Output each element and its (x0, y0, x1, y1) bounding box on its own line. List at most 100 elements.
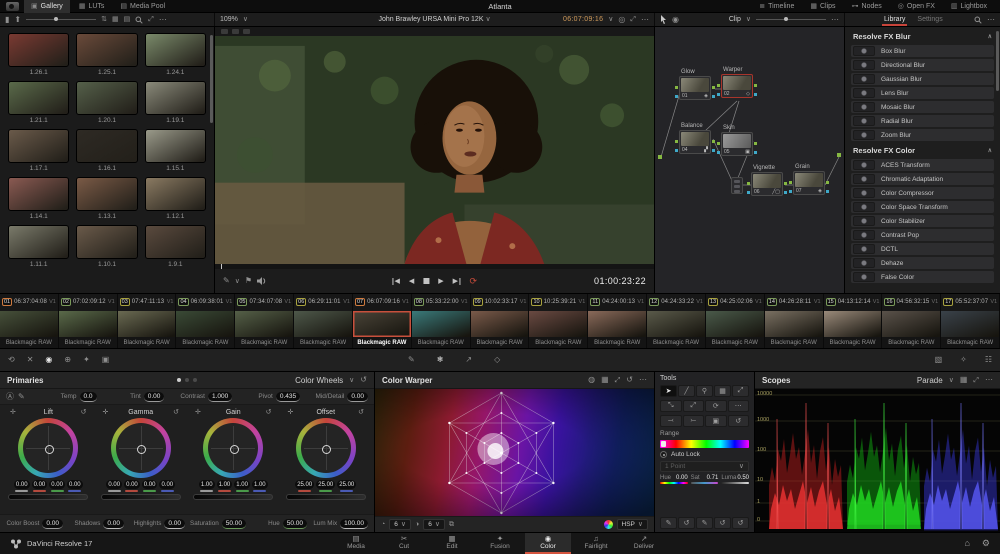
layer-mixer-node[interactable] (731, 177, 743, 194)
tracker-icon[interactable]: ↗ (465, 356, 472, 364)
search-icon[interactable] (135, 16, 143, 24)
warp-reset-button[interactable]: ↺ (727, 415, 749, 427)
timeline-clip[interactable]: 03 07:47:11:13 V1 Blackmagic RAW (117, 294, 177, 348)
clip-thumbnail[interactable] (529, 310, 589, 338)
footer-param-value[interactable]: 100.00 (340, 518, 368, 529)
primaries-reset-icon[interactable]: ↺ (360, 376, 367, 384)
viewer-expand-icon[interactable]: ⤢ (630, 16, 636, 23)
panel-toggle-button[interactable]: ▦ LUTs (72, 0, 112, 13)
gallery-still-thumbnail[interactable] (8, 81, 70, 115)
fx-search-icon[interactable] (974, 16, 982, 24)
clip-thumbnail[interactable] (882, 310, 942, 338)
picker-button[interactable]: ✎ (18, 392, 25, 401)
gallery-still[interactable]: 1.21.1 (8, 81, 70, 125)
gallery-still-thumbnail[interactable] (8, 129, 70, 163)
node-skin[interactable]: Skin 05 ▣ (717, 125, 757, 156)
fx-item[interactable]: Mosaic Blur (851, 101, 994, 113)
grab-node-icon[interactable]: ◉ (672, 15, 679, 24)
warper-expand-icon[interactable]: ⤢ (615, 377, 621, 384)
step-back-button[interactable]: ◀ (409, 277, 414, 285)
gamma-color-wheel[interactable] (110, 418, 171, 478)
cursor-icon[interactable] (660, 15, 667, 24)
timeline-clip[interactable]: 10 10:25:39:21 V1 Blackmagic RAW (529, 294, 589, 348)
node-input-pin[interactable] (658, 155, 662, 159)
hdr-wheels-icon[interactable]: ⊕ (64, 356, 71, 364)
crossfade-icon[interactable]: ✕ (27, 356, 34, 364)
viewer-zoom-level[interactable]: 109% (220, 16, 238, 23)
gallery-still-thumbnail[interactable] (76, 81, 138, 115)
fx-item[interactable]: Box Blur (851, 45, 994, 57)
scope-options-icon[interactable]: ⋯ (985, 376, 993, 384)
right-panel-toggle-button[interactable]: ◎ Open FX (891, 0, 942, 13)
curves-icon[interactable]: ✎ (408, 356, 415, 364)
primary-param-value[interactable]: 0.00 (143, 391, 165, 402)
fx-item[interactable]: Contrast Pop (851, 229, 994, 241)
warper-reset-icon[interactable]: ↺ (626, 376, 633, 384)
wheel-target-icon[interactable]: ✛ (103, 409, 109, 416)
node-options-icon[interactable]: ⋯ (831, 15, 839, 24)
timeline-clip[interactable]: 04 06:09:38:01 V1 Blackmagic RAW (176, 294, 236, 348)
node-balance[interactable]: Balance 04 ▞ (675, 123, 715, 154)
annotation-chevron-icon[interactable]: ∨ (235, 278, 240, 285)
clip-thumbnail[interactable] (941, 310, 1000, 338)
scope-mode-chevron-icon[interactable]: ∨ (949, 377, 954, 384)
gallery-still[interactable]: 1.24.1 (144, 33, 206, 77)
node-glow[interactable]: Glow 01 ◈ (675, 69, 715, 100)
gallery-still-thumbnail[interactable] (144, 129, 206, 163)
reset-all-button[interactable]: ↺ (732, 517, 749, 529)
footer-param-value[interactable]: 0.00 (103, 518, 124, 529)
footer-param-value[interactable]: 50.00 (221, 518, 246, 529)
wheel-reset-icon[interactable]: ↺ (266, 409, 272, 416)
reset-selected-button[interactable]: ↺ (714, 517, 731, 529)
bypass-grades-icon[interactable]: ◎ (618, 15, 625, 24)
panel-toggle-button[interactable]: ▤ Media Pool (113, 0, 172, 13)
window-icon[interactable]: ◇ (494, 356, 500, 364)
right-panel-toggle-button[interactable]: ≣ Timeline (752, 0, 801, 13)
sat-divisions-select[interactable]: 6 ∨ (423, 519, 445, 530)
list-view-icon[interactable]: ▤ (124, 16, 131, 23)
grid-view-icon[interactable]: ▦ (112, 16, 119, 23)
footer-param-value[interactable]: 50.00 (282, 518, 307, 529)
gallery-scrollbar[interactable] (210, 35, 213, 123)
fx-item[interactable]: Radial Blur (851, 115, 994, 127)
play-button[interactable]: ▶ (438, 277, 443, 285)
auto-balance-icon[interactable]: ⟲ (8, 356, 15, 364)
clip-thumbnail[interactable] (58, 310, 118, 338)
gallery-still[interactable]: 1.10.1 (76, 225, 138, 269)
gallery-options-icon[interactable]: ⋯ (159, 15, 167, 24)
viewer-zoom-chevron-icon[interactable]: ∨ (243, 16, 248, 23)
sort-icon[interactable]: ⇅ (101, 16, 107, 23)
node-grain[interactable]: Grain 07 ◈ (789, 164, 829, 195)
right-panel-toggle-button[interactable]: ⊶ Nodes (845, 0, 889, 13)
wheel-value[interactable]: 0.00 (49, 480, 65, 492)
clip-thumbnail[interactable] (823, 310, 883, 338)
clip-thumbnail[interactable] (176, 310, 236, 338)
primary-param-value[interactable]: 0.00 (347, 391, 368, 402)
wipe-mode-icon[interactable] (221, 29, 228, 34)
primary-footer-param[interactable]: Highlights 0.00 (128, 518, 185, 529)
node-zoom-slider[interactable] (756, 17, 826, 21)
timeline-clip[interactable]: 12 04:24:33:22 V1 Blackmagic RAW (647, 294, 706, 348)
picker-reset-button[interactable]: ↺ (678, 517, 695, 529)
library-options-icon[interactable]: ⋯ (987, 15, 995, 24)
warper-grid-icon[interactable]: ▦ (601, 376, 609, 384)
wheel-reset-icon[interactable]: ↺ (358, 409, 364, 416)
fx-section-header[interactable]: Resolve FX Blur ∧ (845, 29, 1000, 43)
scope-grid-icon[interactable]: ▦ (960, 376, 968, 384)
warper-sphere-icon[interactable]: ◍ (588, 376, 595, 384)
project-settings-icon[interactable]: ⚙ (982, 538, 990, 549)
picker-add-button[interactable]: ✎ (660, 517, 677, 529)
wheel-value[interactable]: 1.00 (198, 480, 215, 492)
gallery-still[interactable]: 1.20.1 (76, 81, 138, 125)
collapse-icon[interactable]: ∧ (988, 148, 992, 154)
wheel-value[interactable]: 1.00 (216, 480, 233, 492)
warp-up-left-button[interactable]: ⤡ (660, 400, 682, 412)
auto-lock-toggle[interactable] (660, 451, 667, 458)
gallery-still[interactable]: 1.19.1 (144, 81, 206, 125)
wipe-mode-icon[interactable] (232, 29, 239, 34)
timeline-clip[interactable]: 05 07:34:07:08 V1 Blackmagic RAW (235, 294, 295, 348)
blur-tool-icon[interactable]: ▧ (935, 356, 943, 364)
timeline-clip[interactable]: 16 04:56:32:15 V1 Blackmagic RAW (882, 294, 942, 348)
timeline-clip[interactable]: 06 06:29:11:01 V1 Blackmagic RAW (294, 294, 353, 348)
wheel-target-icon[interactable]: ✛ (288, 409, 294, 416)
